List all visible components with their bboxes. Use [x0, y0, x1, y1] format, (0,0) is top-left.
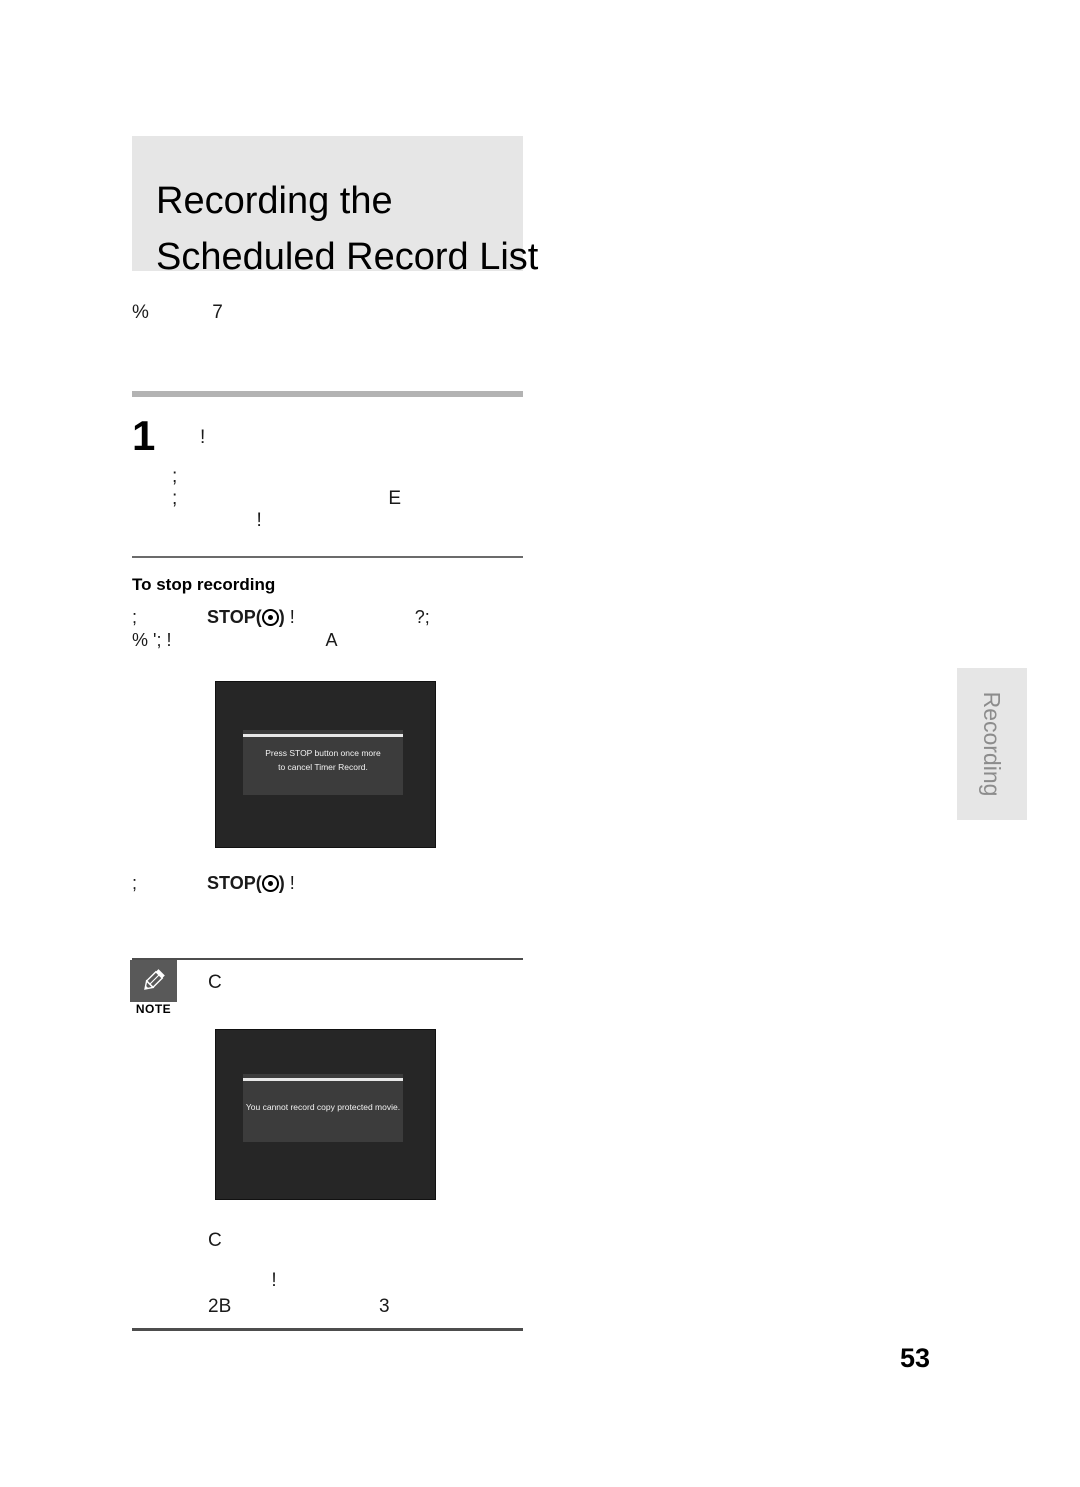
bottom-text-line-2: ! — [208, 1270, 277, 1291]
step-1-sub-line-2: ; E — [172, 488, 402, 509]
subheading-to-stop-recording: To stop recording — [132, 575, 276, 594]
divider-thick — [132, 391, 523, 397]
bottom-text-line-1: C — [208, 1230, 222, 1251]
step-1-text: ! — [200, 427, 206, 448]
stop-recording-paragraph-3: ; STOP() ! — [132, 872, 532, 894]
divider-thin-note — [132, 958, 523, 960]
stop-recording-paragraph-1: ; STOP() ! ?; — [132, 606, 532, 628]
note-badge — [130, 960, 177, 1002]
stop-line-3-suffix: ! — [284, 873, 295, 893]
stop-button-label-1: STOP — [207, 607, 256, 627]
stop-line-1-prefix: ; — [132, 607, 208, 627]
record-circle-icon-2 — [261, 875, 279, 892]
side-tab-label: Recording — [979, 691, 1005, 797]
step-1-sub-line-1: ; — [172, 466, 178, 487]
osd-topbar — [243, 734, 403, 737]
osd-message: Press STOP button once more to cancel Ti… — [243, 746, 403, 774]
osd-topbar-2 — [243, 1078, 403, 1081]
record-circle-icon — [261, 609, 279, 626]
bottom-text-line-3: 2B 3 — [208, 1296, 390, 1317]
divider-bottom — [132, 1328, 523, 1331]
osd-message-line-2: to cancel Timer Record. — [278, 762, 368, 772]
document-page: Recording the Scheduled Record List % 7 … — [0, 0, 1080, 1487]
page-title: Recording the Scheduled Record List — [156, 173, 776, 285]
stop-recording-paragraph-2: % '; ! A — [132, 630, 338, 650]
osd-dialog-2: You cannot record copy protected movie. — [243, 1074, 403, 1142]
step-number-1: 1 — [132, 412, 156, 459]
note-label: NOTE — [135, 1002, 172, 1016]
stop-paren-open-2: ( — [255, 873, 262, 893]
intro-text: % 7 — [132, 302, 223, 323]
osd-message-2-line-1: You cannot record copy protected movie. — [245, 1102, 401, 1112]
side-tab-recording: Recording — [957, 668, 1027, 820]
osd-dialog: Press STOP button once more to cancel Ti… — [243, 730, 403, 795]
divider-thin-top — [132, 556, 523, 558]
pencil-icon — [144, 969, 165, 990]
page-title-line-2: Scheduled Record List — [156, 236, 539, 279]
stop-line-3-prefix: ; — [132, 873, 208, 893]
stop-line-1-suffix: ! ?; — [284, 607, 430, 627]
note-text: C — [208, 972, 222, 993]
page-title-line-1: Recording the — [156, 180, 393, 223]
tv-screenshot-copy-protected: You cannot record copy protected movie. — [215, 1029, 436, 1200]
tv-screenshot-timer-record-cancel: Press STOP button once more to cancel Ti… — [215, 681, 436, 848]
step-1-sub-line-3: ! — [172, 510, 262, 531]
stop-paren-open-1: ( — [255, 607, 262, 627]
osd-message-2: You cannot record copy protected movie. — [243, 1100, 403, 1114]
stop-button-label-2: STOP — [207, 873, 256, 893]
osd-message-line-1: Press STOP button once more — [265, 748, 381, 758]
page-number: 53 — [900, 1343, 931, 1373]
